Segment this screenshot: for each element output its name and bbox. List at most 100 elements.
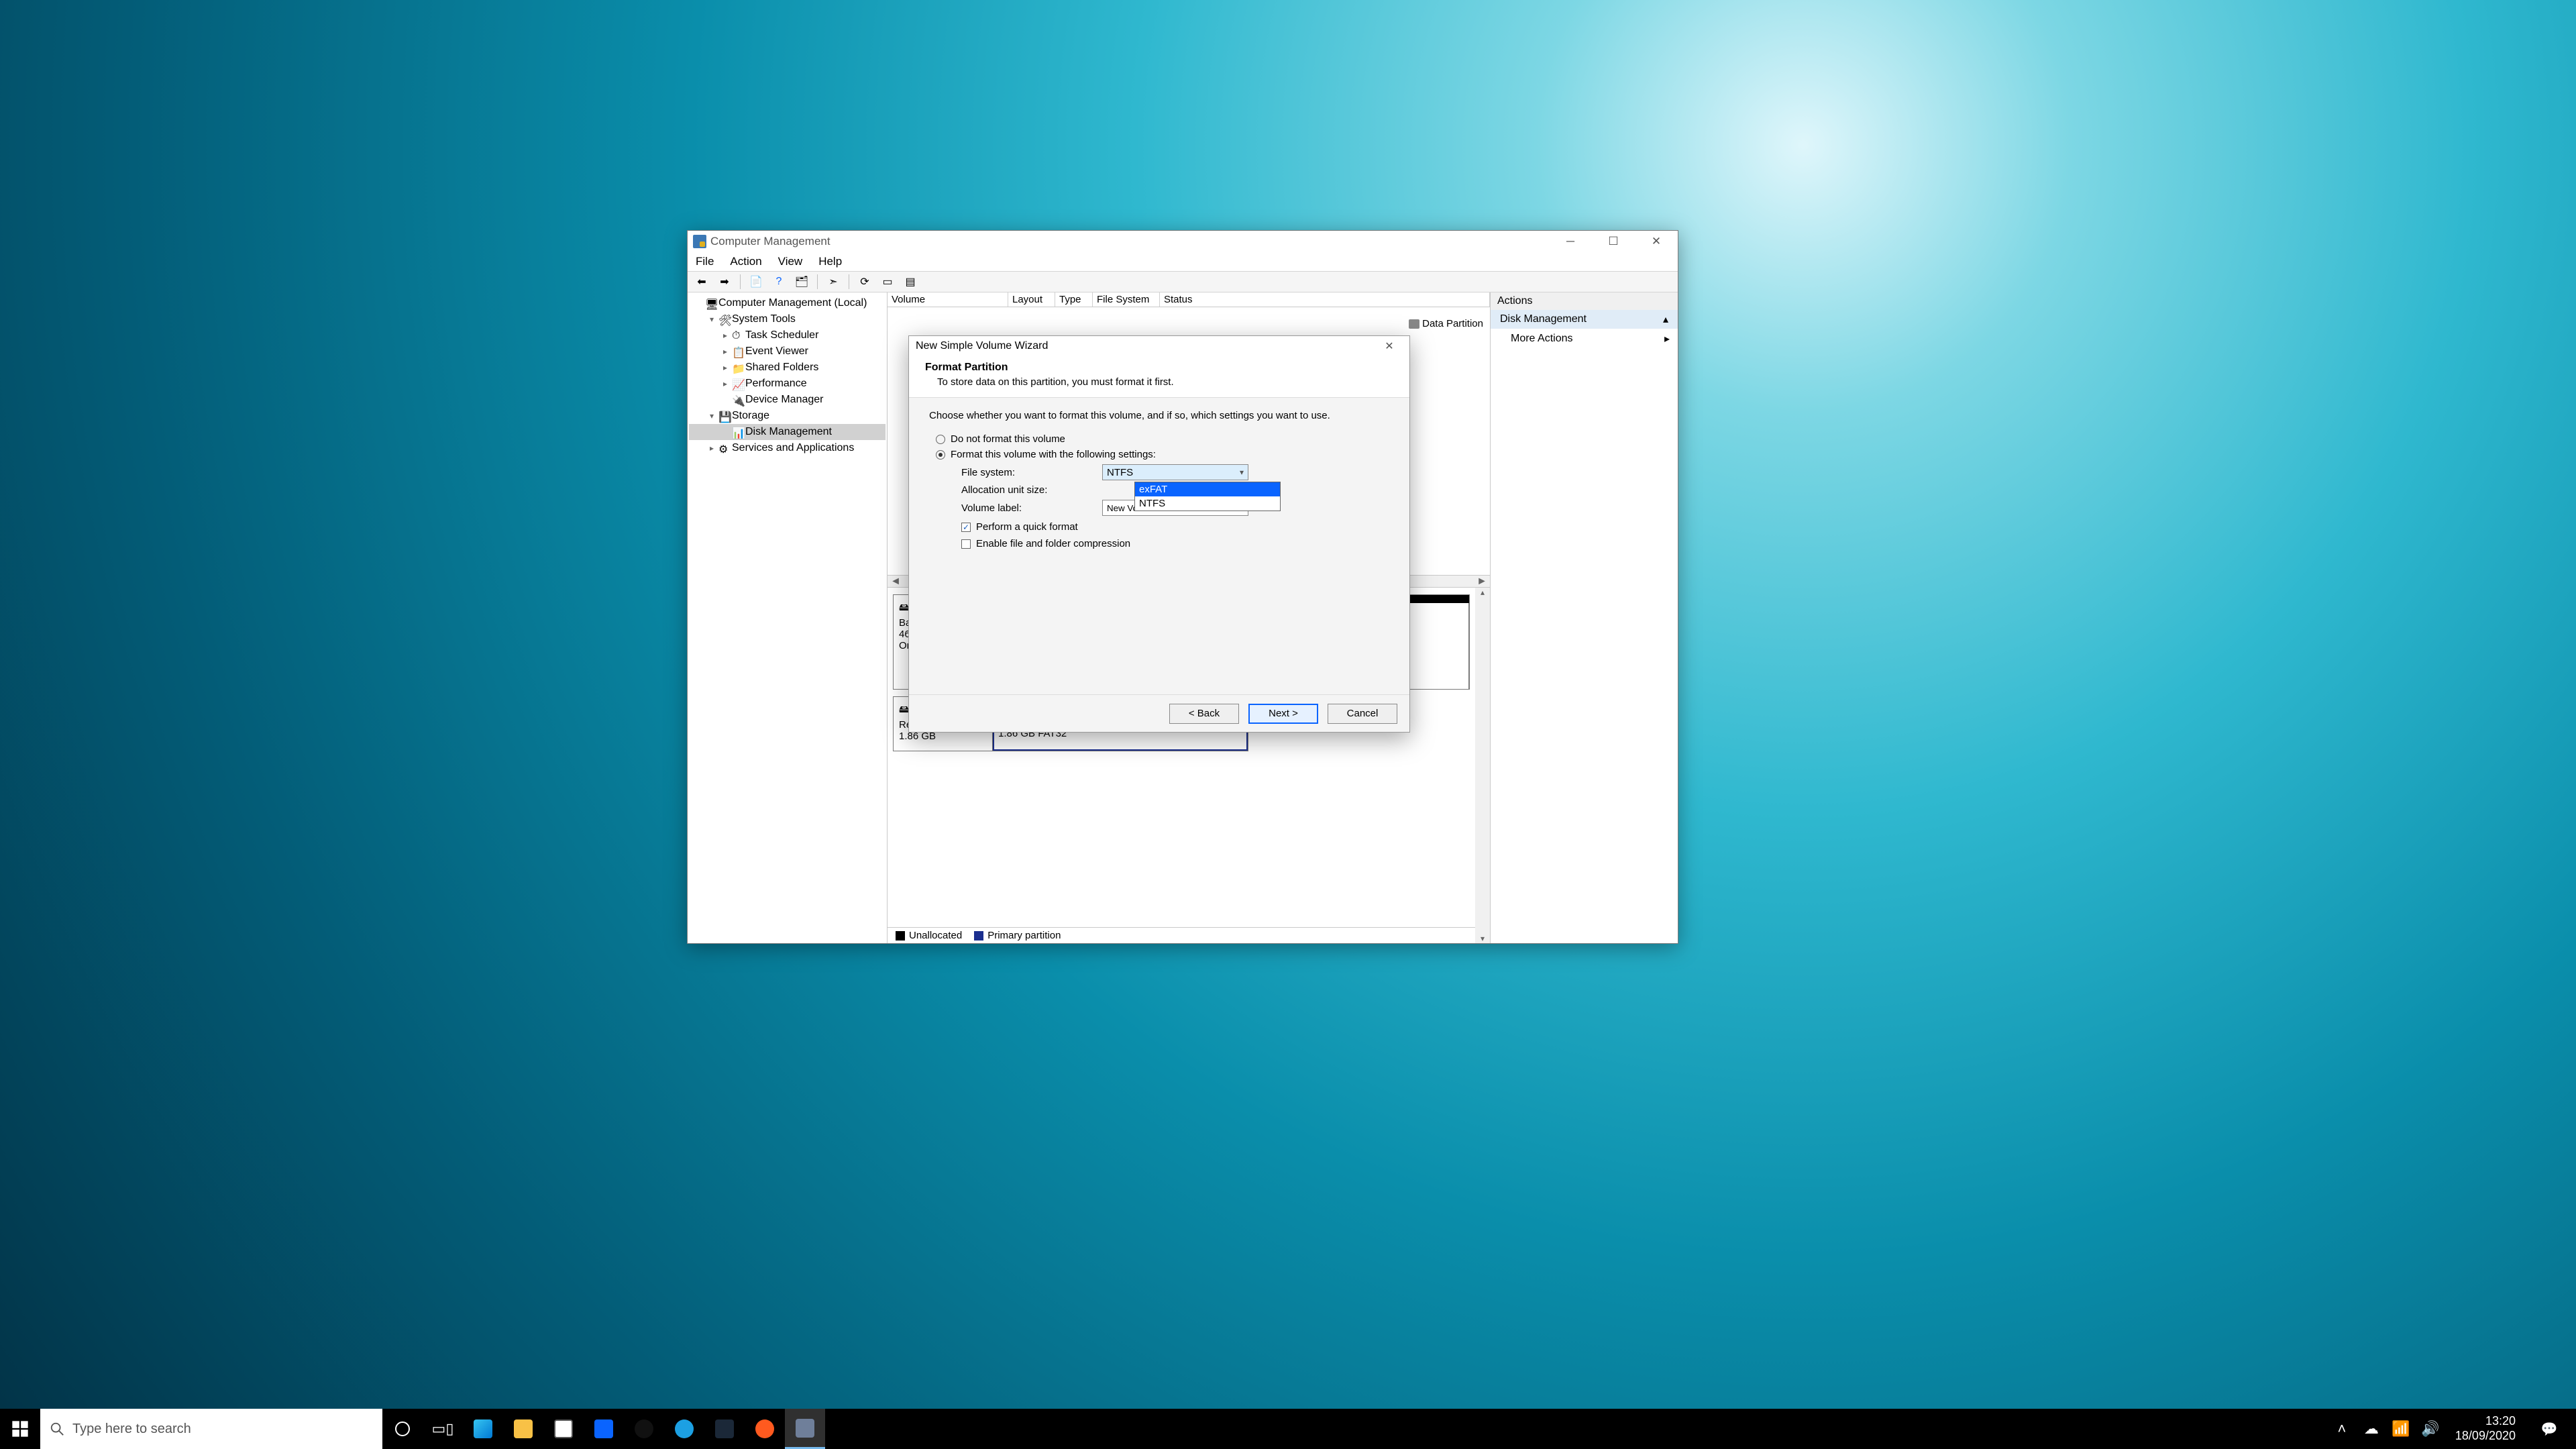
splitter-right[interactable]: ► — [1474, 576, 1490, 588]
tray-volume-icon[interactable]: 🔊 — [2419, 1420, 2442, 1438]
wizard-heading: Format Partition — [925, 362, 1393, 374]
new-simple-volume-wizard: New Simple Volume Wizard ✕ Format Partit… — [908, 335, 1410, 733]
filesystem-combo[interactable]: NTFS▾ — [1102, 464, 1248, 480]
tree-root[interactable]: 🖥Computer Management (Local) — [689, 295, 885, 311]
tree-pane[interactable]: 🖥Computer Management (Local) ▾🛠System To… — [688, 292, 888, 943]
nav-back-button[interactable]: ⬅ — [692, 273, 712, 290]
wizard-subheading: To store data on this partition, you mus… — [925, 376, 1393, 388]
toolbar-btn[interactable]: ▭ — [877, 273, 898, 290]
checkbox-compression[interactable]: Enable file and folder compression — [961, 538, 1389, 549]
tree-disk-management[interactable]: 📊Disk Management — [689, 424, 885, 440]
tree-performance[interactable]: ▸📈Performance — [689, 376, 885, 392]
dropdown-option-exfat[interactable]: exFAT — [1135, 482, 1280, 496]
dropdown-option-ntfs[interactable]: NTFS — [1135, 496, 1280, 511]
search-input[interactable]: Type here to search — [40, 1409, 382, 1449]
tree-task-scheduler[interactable]: ▸⏱Task Scheduler — [689, 327, 885, 343]
filesystem-dropdown[interactable]: exFAT NTFS — [1134, 482, 1281, 511]
tray-chevron-icon[interactable]: ˄ — [2330, 1420, 2353, 1438]
system-tray[interactable]: ˄ ☁ 📶 🔊 13:20 18/09/2020 💬 — [2324, 1409, 2576, 1449]
checkbox-icon — [961, 539, 971, 549]
nav-forward-button[interactable]: ➡ — [714, 273, 735, 290]
back-button[interactable]: < Back — [1169, 704, 1239, 724]
task-view-icon: ▭▯ — [432, 1420, 454, 1438]
next-button[interactable]: Next > — [1248, 704, 1318, 724]
wizard-body: Choose whether you want to format this v… — [909, 398, 1409, 694]
actions-pane: Actions Disk Management▴ More Actions▸ — [1490, 292, 1678, 943]
taskbar-clock[interactable]: 13:20 18/09/2020 — [2449, 1414, 2522, 1443]
cancel-button[interactable]: Cancel — [1328, 704, 1397, 724]
tree-system-tools[interactable]: ▾🛠System Tools — [689, 311, 885, 327]
radio-icon — [936, 435, 945, 444]
radio-icon — [936, 450, 945, 460]
window-title: Computer Management — [710, 235, 830, 248]
toolbar-btn[interactable]: ➣ — [823, 273, 843, 290]
titlebar[interactable]: Computer Management ─ ☐ ✕ — [688, 231, 1678, 252]
taskbar-app-mail[interactable] — [584, 1409, 624, 1449]
tree-storage[interactable]: ▾💾Storage — [689, 408, 885, 424]
toolbar-btn[interactable]: ▤ — [900, 273, 920, 290]
wizard-instruction: Choose whether you want to format this v… — [929, 410, 1389, 421]
taskbar: Type here to search ▭▯ ˄ ☁ 📶 🔊 13:20 18/… — [0, 1409, 2576, 1449]
wizard-title: New Simple Volume Wizard — [916, 340, 1048, 352]
menubar: File Action View Help — [688, 252, 1678, 271]
toolbar-btn[interactable]: ? — [769, 273, 789, 290]
menu-view[interactable]: View — [778, 255, 803, 268]
taskbar-app[interactable] — [664, 1409, 704, 1449]
taskbar-app-edge[interactable] — [463, 1409, 503, 1449]
taskbar-app[interactable] — [745, 1409, 785, 1449]
label-volume-label: Volume label: — [961, 502, 1102, 514]
toolbar-btn[interactable]: 📄 — [746, 273, 766, 290]
refresh-button[interactable]: ⟳ — [855, 273, 875, 290]
volume-columns[interactable]: Volume Layout Type File System Status — [888, 292, 1490, 307]
taskbar-app-store[interactable] — [543, 1409, 584, 1449]
taskbar-app-xbox[interactable] — [624, 1409, 664, 1449]
search-icon — [50, 1421, 64, 1436]
wizard-titlebar[interactable]: New Simple Volume Wizard ✕ — [909, 336, 1409, 356]
col-filesystem[interactable]: File System — [1093, 292, 1160, 307]
tray-network-icon[interactable]: 📶 — [2390, 1420, 2412, 1438]
wizard-close-button[interactable]: ✕ — [1376, 339, 1403, 353]
menu-action[interactable]: Action — [730, 255, 761, 268]
windows-icon — [11, 1419, 30, 1438]
col-type[interactable]: Type — [1055, 292, 1093, 307]
close-button[interactable]: ✕ — [1635, 231, 1678, 252]
actions-header: Actions — [1491, 292, 1678, 310]
desktop: Computer Management ─ ☐ ✕ File Action Vi… — [0, 0, 2576, 1449]
taskbar-app-explorer[interactable] — [503, 1409, 543, 1449]
volume-row[interactable]: Data Partition — [1405, 317, 1487, 331]
wizard-buttons: < Back Next > Cancel — [909, 694, 1409, 732]
toolbar-btn[interactable]: 🗂 — [792, 273, 812, 290]
notifications-button[interactable]: 💬 — [2529, 1421, 2569, 1438]
circle-icon — [395, 1421, 410, 1436]
legend: Unallocated Primary partition — [888, 927, 1475, 943]
volume-label: Data Partition — [1422, 318, 1483, 329]
label-filesystem: File system: — [961, 467, 1102, 478]
actions-more[interactable]: More Actions▸ — [1491, 329, 1678, 349]
task-view-button[interactable]: ▭▯ — [423, 1409, 463, 1449]
tree-event-viewer[interactable]: ▸📋Event Viewer — [689, 343, 885, 360]
label-alloc: Allocation unit size: — [961, 484, 1102, 496]
col-volume[interactable]: Volume — [888, 292, 1008, 307]
splitter-left[interactable]: ◄ — [888, 576, 904, 588]
radio-format[interactable]: Format this volume with the following se… — [936, 449, 1389, 460]
tray-onedrive-icon[interactable]: ☁ — [2360, 1420, 2383, 1438]
app-icon — [693, 235, 706, 248]
minimize-button[interactable]: ─ — [1549, 231, 1592, 252]
wizard-header: Format Partition To store data on this p… — [909, 356, 1409, 398]
taskbar-app-steam[interactable] — [704, 1409, 745, 1449]
tree-shared-folders[interactable]: ▸📁Shared Folders — [689, 360, 885, 376]
radio-do-not-format[interactable]: Do not format this volume — [936, 433, 1389, 445]
taskbar-app-compmgmt[interactable] — [785, 1409, 825, 1449]
scrollbar[interactable]: ▴▾ — [1475, 588, 1490, 943]
checkbox-quick-format[interactable]: Perform a quick format — [961, 521, 1389, 533]
start-button[interactable] — [0, 1409, 40, 1449]
tree-services[interactable]: ▸⚙Services and Applications — [689, 440, 885, 456]
col-status[interactable]: Status — [1160, 292, 1490, 307]
tree-device-manager[interactable]: 🔌Device Manager — [689, 392, 885, 408]
actions-diskmgmt[interactable]: Disk Management▴ — [1491, 310, 1678, 329]
maximize-button[interactable]: ☐ — [1592, 231, 1635, 252]
menu-file[interactable]: File — [696, 255, 714, 268]
menu-help[interactable]: Help — [818, 255, 842, 268]
col-layout[interactable]: Layout — [1008, 292, 1055, 307]
cortana-button[interactable] — [382, 1409, 423, 1449]
